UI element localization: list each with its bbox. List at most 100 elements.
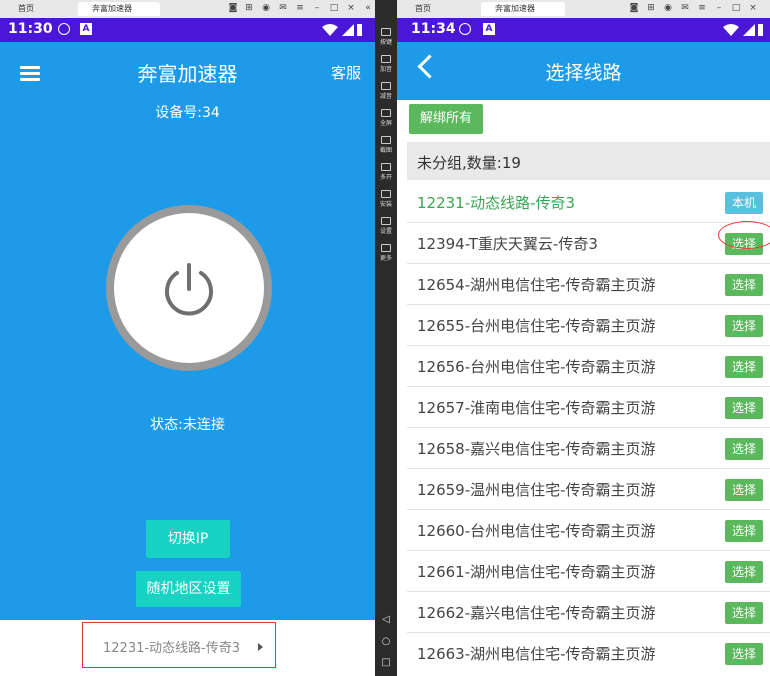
route-select-button[interactable]: 选择 xyxy=(725,397,763,419)
page-title: 选择线路 xyxy=(545,62,622,84)
route-row[interactable]: 12394-T重庆天翼云-传奇3 选择 xyxy=(407,221,770,264)
route-name: 12654-湖州电信住宅-传奇霸主页游 xyxy=(417,276,656,294)
route-row[interactable]: 12658-嘉兴电信住宅-传奇霸主页游 选择 xyxy=(407,428,770,469)
tab-home[interactable]: 首页 xyxy=(401,2,431,16)
route-name: 12231-动态线路-传奇3 xyxy=(417,194,576,212)
side-fullscreen[interactable]: 全屏 xyxy=(375,109,397,127)
side-label: 加音 xyxy=(379,66,392,73)
region-setting-button[interactable]: 随机地区设置 xyxy=(136,571,241,607)
route-row[interactable]: 12654-湖州电信住宅-传奇霸主页游 选择 xyxy=(407,264,770,305)
route-select-button[interactable]: 选择 xyxy=(725,315,763,337)
route-current-badge[interactable]: 本机 xyxy=(725,192,763,214)
highlight-circle xyxy=(718,221,770,249)
nav-recents-icon[interactable]: □ xyxy=(375,657,397,668)
user-icon[interactable]: ◉ xyxy=(261,3,271,13)
menu-icon[interactable]: ≡ xyxy=(697,3,707,13)
route-select-button[interactable]: 选择 xyxy=(725,602,763,624)
status-bar: 11:30 A xyxy=(0,18,375,42)
route-name: 12394-T重庆天翼云-传奇3 xyxy=(417,235,598,253)
route-select-button[interactable]: 选择 xyxy=(725,479,763,501)
gamepad-icon[interactable]: ⊞ xyxy=(646,3,656,13)
route-row[interactable]: 12655-台州电信住宅-传奇霸主页游 选择 xyxy=(407,305,770,346)
maximize-icon[interactable]: □ xyxy=(731,3,741,13)
tab-home[interactable]: 首页 xyxy=(4,2,34,16)
tab-app[interactable]: 奔富加速器 xyxy=(481,2,565,16)
app-a-icon: A xyxy=(483,23,495,35)
route-row[interactable]: 12662-嘉兴电信住宅-传奇霸主页游 选择 xyxy=(407,592,770,633)
menu-icon[interactable]: ≡ xyxy=(295,3,305,13)
nav-back-icon[interactable]: ◁ xyxy=(375,614,397,625)
page-header: 选择线路 xyxy=(397,42,770,100)
minimize-icon[interactable]: – xyxy=(312,3,322,13)
mail-icon[interactable]: ✉ xyxy=(278,3,288,13)
gamepad-icon[interactable]: ⊞ xyxy=(244,3,254,13)
tab-app[interactable]: 奔富加速器 xyxy=(78,2,160,16)
current-route-selector[interactable]: 12231-动态线路-传奇3 xyxy=(82,622,276,668)
route-row[interactable]: 12657-淮南电信住宅-传奇霸主页游 选择 xyxy=(407,387,770,428)
side-label: 多开 xyxy=(379,174,392,181)
unbind-all-button[interactable]: 解绑所有 xyxy=(409,104,483,134)
power-icon xyxy=(165,263,213,316)
right-emulator-window: 首页 奔富加速器 ◙ ⊞ ◉ ✉ ≡ – □ × 11:34 A 选择线路 解绑… xyxy=(397,0,770,676)
tab-app-label: 奔富加速器 xyxy=(92,4,132,13)
side-label: 减音 xyxy=(379,93,392,100)
route-select-button[interactable]: 选择 xyxy=(725,438,763,460)
route-select-button[interactable]: 选择 xyxy=(725,356,763,378)
close-icon[interactable]: × xyxy=(346,3,356,13)
customer-service-button[interactable]: 客服 xyxy=(331,62,361,83)
connection-status: 状态:未连接 xyxy=(150,417,225,433)
power-button-face xyxy=(114,213,264,363)
user-icon[interactable]: ◉ xyxy=(663,3,673,13)
route-row[interactable]: 12231-动态线路-传奇3 本机 xyxy=(407,182,770,223)
route-row[interactable]: 12660-台州电信住宅-传奇霸主页游 选择 xyxy=(407,510,770,551)
route-row[interactable]: 12656-台州电信住宅-传奇霸主页游 选择 xyxy=(407,346,770,387)
side-multi-instance[interactable]: 多开 xyxy=(375,163,397,181)
tab-home-label: 首页 xyxy=(18,4,34,13)
collapse-icon[interactable]: « xyxy=(363,3,373,13)
switch-ip-button[interactable]: 切换IP xyxy=(146,520,230,558)
group-label: 未分组,数量:19 xyxy=(417,154,521,172)
route-select-button[interactable]: 选择 xyxy=(725,643,763,665)
side-keymap[interactable]: 按键 xyxy=(375,28,397,46)
route-name: 12660-台州电信住宅-传奇霸主页游 xyxy=(417,522,656,540)
side-label: 安装 xyxy=(379,201,392,208)
close-icon[interactable]: × xyxy=(748,3,758,13)
route-select-button[interactable]: 选择 xyxy=(725,520,763,542)
volume-down-icon xyxy=(381,82,391,90)
signal-battery-icon xyxy=(723,24,763,36)
side-settings[interactable]: 设置 xyxy=(375,217,397,235)
route-select-button[interactable]: 选择 xyxy=(725,274,763,296)
nav-home-icon[interactable]: ○ xyxy=(375,636,397,647)
signal-battery-icon xyxy=(322,24,362,36)
side-more[interactable]: 更多 xyxy=(375,244,397,262)
route-row[interactable]: 12663-湖州电信住宅-传奇霸主页游 选择 xyxy=(407,633,770,674)
side-label: 按键 xyxy=(379,39,392,46)
side-screenshot[interactable]: 截图 xyxy=(375,136,397,154)
side-install[interactable]: 安装 xyxy=(375,190,397,208)
status-time: 11:34 xyxy=(411,21,456,37)
route-row[interactable]: 12661-湖州电信住宅-传奇霸主页游 选择 xyxy=(407,551,770,592)
side-volume-down[interactable]: 减音 xyxy=(375,82,397,100)
status-bar: 11:34 A xyxy=(397,18,770,42)
power-button[interactable] xyxy=(106,205,272,371)
app-a-icon: A xyxy=(80,23,92,35)
route-row[interactable]: 12659-温州电信住宅-传奇霸主页游 选择 xyxy=(407,469,770,510)
notification-icon xyxy=(459,23,471,35)
side-volume-up[interactable]: 加音 xyxy=(375,55,397,73)
left-emulator-window: 首页 奔富加速器 ◙ ⊞ ◉ ✉ ≡ – □ × « 11:30 A 奔富加速器… xyxy=(0,0,375,676)
fullscreen-icon xyxy=(381,109,391,117)
current-route-label: 12231-动态线路-传奇3 xyxy=(103,641,241,656)
emulator-side-toolbar: 按键 加音 减音 全屏 截图 多开 安装 设置 更多 ◁ ○ □ xyxy=(375,0,397,676)
tab-app-label: 奔富加速器 xyxy=(495,4,535,13)
discord-icon[interactable]: ◙ xyxy=(629,3,639,13)
keyboard-icon xyxy=(381,28,391,36)
mail-icon[interactable]: ✉ xyxy=(680,3,690,13)
route-name: 12661-湖州电信住宅-传奇霸主页游 xyxy=(417,563,656,581)
minimize-icon[interactable]: – xyxy=(714,3,724,13)
discord-icon[interactable]: ◙ xyxy=(228,3,238,13)
more-icon xyxy=(381,244,391,252)
app-title: 奔富加速器 xyxy=(137,62,238,86)
maximize-icon[interactable]: □ xyxy=(329,3,339,13)
route-name: 12659-温州电信住宅-传奇霸主页游 xyxy=(417,481,656,499)
route-select-button[interactable]: 选择 xyxy=(725,561,763,583)
